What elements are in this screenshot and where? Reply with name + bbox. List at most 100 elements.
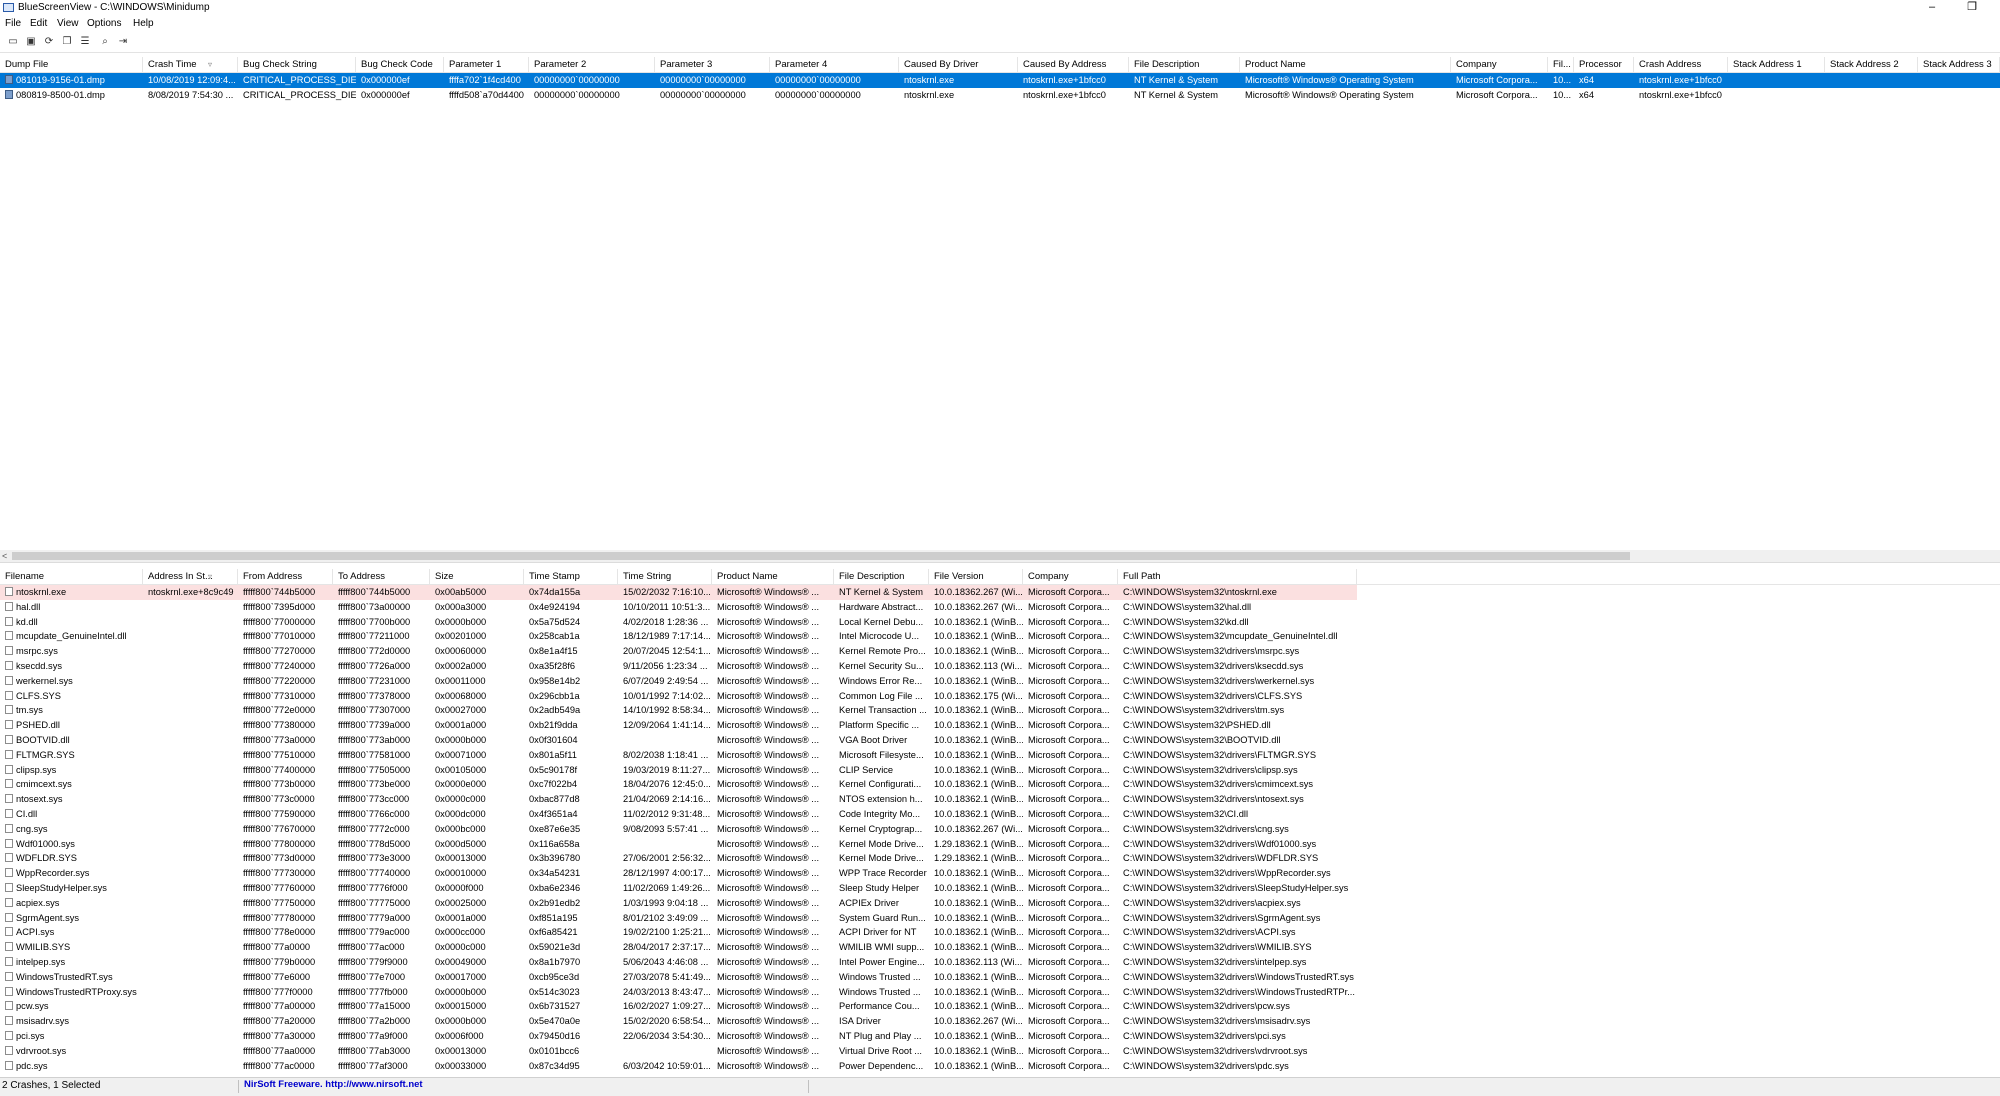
driver-row[interactable]: SgrmAgent.sys fffff800`77780000 fffff800`7… (0, 911, 2000, 926)
driver-row[interactable]: ACPI.sys fffff800`778e0000 fffff800`779ac0… (0, 925, 2000, 940)
crash-header-crash-address[interactable]: Crash Address (1634, 57, 1728, 72)
driver-row[interactable]: ntoskrnl.exe ntoskrnl.exe+8c9c49 fffff800`… (0, 585, 2000, 600)
crash-header-product-name[interactable]: Product Name (1240, 57, 1451, 72)
crash-header-caused-by-driver[interactable]: Caused By Driver (899, 57, 1018, 72)
crash-header-caused-by-address[interactable]: Caused By Address (1018, 57, 1129, 72)
crash-header-company[interactable]: Company (1451, 57, 1548, 72)
crash-header-stack-address-1[interactable]: Stack Address 1 (1728, 57, 1825, 72)
menu-edit[interactable]: Edit (30, 18, 47, 29)
driver-row[interactable]: vdrvroot.sys fffff800`77aa0000 fffff800`77… (0, 1044, 2000, 1059)
horizontal-scrollbar[interactable]: < (0, 550, 2000, 562)
driver-header-time-stamp[interactable]: Time Stamp (524, 569, 618, 584)
save-icon[interactable]: ▭ (7, 36, 19, 48)
driver-header-size[interactable]: Size (430, 569, 524, 584)
driver-row[interactable]: acpiex.sys fffff800`77750000 fffff800`7777… (0, 896, 2000, 911)
driver-name-cell: Wdf01000.sys (0, 837, 143, 852)
crash-header-bug-check-string[interactable]: Bug Check String (238, 57, 356, 72)
driver-header-address-in-st[interactable]: Address In St... (143, 569, 238, 584)
crash-header-parameter-3[interactable]: Parameter 3 (655, 57, 770, 72)
driver-cell: ISA Driver (839, 1016, 881, 1027)
driver-row[interactable]: CI.dll fffff800`77590000 fffff800`7766c000… (0, 807, 2000, 822)
crash-header-crash-time[interactable]: Crash Time (143, 57, 238, 72)
driver-row[interactable]: kd.dll fffff800`77000000 fffff800`7700b000… (0, 615, 2000, 630)
crash-cell: ffffa702`1f4cd400 (449, 75, 521, 85)
crash-header-parameter-4[interactable]: Parameter 4 (770, 57, 899, 72)
scroll-thumb[interactable] (12, 552, 1630, 560)
driver-cell: fffff800`744b5000 (333, 585, 430, 600)
scroll-left-icon[interactable]: < (2, 550, 7, 562)
driver-header-file-version[interactable]: File Version (929, 569, 1023, 584)
driver-row[interactable]: ntosext.sys fffff800`773c0000 fffff800`773… (0, 792, 2000, 807)
menu-options[interactable]: Options (87, 18, 121, 29)
driver-row[interactable]: WindowsTrustedRTProxy.sys fffff800`777f00… (0, 985, 2000, 1000)
driver-row[interactable]: cmimcext.sys fffff800`773b0000 fffff800`77… (0, 777, 2000, 792)
driver-cell: 10.0.18362.1 (WinB... (934, 705, 1023, 716)
crash-header-processor[interactable]: Processor (1574, 57, 1634, 72)
exit-icon[interactable]: ⇥ (117, 36, 129, 48)
driver-row[interactable]: werkernel.sys fffff800`77220000 fffff800`7… (0, 674, 2000, 689)
driver-cell: 18/04/2076 12:45:0... (623, 779, 711, 790)
driver-header-full-path[interactable]: Full Path (1118, 569, 1357, 584)
driver-row[interactable]: mcupdate_GenuineIntel.dll fffff800`770100… (0, 629, 2000, 644)
driver-cell: 10.0.18362.1 (WinB... (934, 764, 1023, 775)
driver-row[interactable]: PSHED.dll fffff800`77380000 fffff800`7739a… (0, 718, 2000, 733)
driver-row[interactable]: clipsp.sys fffff800`77400000 fffff800`7750… (0, 763, 2000, 778)
menu-view[interactable]: View (57, 18, 79, 29)
driver-row[interactable]: WindowsTrustedRT.sys fffff800`77e6000 ffff… (0, 970, 2000, 985)
driver-row[interactable]: pdc.sys fffff800`77ac0000 fffff800`77af300… (0, 1059, 2000, 1074)
driver-row[interactable]: msrpc.sys fffff800`77270000 fffff800`772d0… (0, 644, 2000, 659)
driver-header-from-address[interactable]: From Address (238, 569, 333, 584)
driver-row[interactable]: SleepStudyHelper.sys fffff800`77760000 fff… (0, 881, 2000, 896)
copy-icon[interactable]: ❐ (61, 36, 73, 48)
crash-header-bug-check-code[interactable]: Bug Check Code (356, 57, 444, 72)
driver-cell: fffff800`7700b000 (338, 616, 411, 627)
save-all-icon[interactable]: ▣ (25, 36, 37, 48)
restore-button[interactable]: ❐ (1952, 0, 1992, 16)
driver-row[interactable]: FLTMGR.SYS fffff800`77510000 fffff800`7758… (0, 748, 2000, 763)
menu-help[interactable]: Help (133, 18, 154, 29)
driver-row[interactable]: ksecdd.sys fffff800`77240000 fffff800`7726… (0, 659, 2000, 674)
module-file-icon (5, 868, 13, 878)
crash-header-stack-address-3[interactable]: Stack Address 3 (1918, 57, 2000, 72)
driver-row[interactable]: intelpep.sys fffff800`779b0000 fffff800`77… (0, 955, 2000, 970)
crash-row[interactable]: 081019-9156-01.dmp 10/08/2019 12:09:4... C… (0, 73, 2000, 88)
driver-row[interactable]: pcw.sys fffff800`77a00000 fffff800`77a1500… (0, 999, 2000, 1014)
driver-row[interactable]: WDFLDR.SYS fffff800`773d0000 fffff800`773e… (0, 851, 2000, 866)
driver-cell: 4/02/2018 1:28:36 ... (623, 616, 709, 627)
driver-header-filename[interactable]: Filename (0, 569, 143, 584)
properties-icon[interactable]: ☰ (79, 36, 91, 48)
driver-row[interactable]: CLFS.SYS fffff800`77310000 fffff800`773780… (0, 689, 2000, 704)
minimize-button[interactable]: – (1912, 0, 1952, 16)
menu-file[interactable]: File (5, 18, 21, 29)
driver-cell: Microsoft® Windows® ... (717, 601, 820, 612)
driver-row[interactable]: WMILIB.SYS fffff800`77a0000 fffff800`77ac0… (0, 940, 2000, 955)
driver-header-to-address[interactable]: To Address (333, 569, 430, 584)
driver-name-cell: mcupdate_GenuineIntel.dll (0, 629, 143, 644)
crash-row[interactable]: 080819-8500-01.dmp 8/08/2019 7:54:30 ... C… (0, 88, 2000, 103)
driver-row[interactable]: pci.sys fffff800`77a30000 fffff800`77a9f00… (0, 1029, 2000, 1044)
crash-header-file-description[interactable]: File Description (1129, 57, 1240, 72)
refresh-icon[interactable]: ⟳ (43, 36, 55, 48)
driver-row[interactable]: BOOTVID.dll fffff800`773a0000 fffff800`773… (0, 733, 2000, 748)
nirsoft-link[interactable]: NirSoft Freeware. http://www.nirsoft.net (244, 1079, 423, 1090)
driver-row[interactable]: WppRecorder.sys fffff800`77730000 fffff800… (0, 866, 2000, 881)
driver-cell: Microsoft Corpora... (1028, 794, 1110, 805)
driver-cell: fffff800`77e7000 (338, 971, 406, 982)
driver-header-time-string[interactable]: Time String (618, 569, 712, 584)
driver-row[interactable]: Wdf01000.sys fffff800`77800000 fffff800`77… (0, 837, 2000, 852)
driver-cell: fffff800`77307000 (338, 705, 411, 716)
driver-row[interactable]: tm.sys fffff800`772e0000 fffff800`77307000… (0, 703, 2000, 718)
driver-name: ntoskrnl.exe (16, 587, 67, 597)
crash-header-fil[interactable]: Fil... (1548, 57, 1574, 72)
crash-header-stack-address-2[interactable]: Stack Address 2 (1825, 57, 1918, 72)
crash-header-parameter-2[interactable]: Parameter 2 (529, 57, 655, 72)
crash-header-dump-file[interactable]: Dump File (0, 57, 143, 72)
crash-header-parameter-1[interactable]: Parameter 1 (444, 57, 529, 72)
driver-row[interactable]: hal.dll fffff800`7395d000 fffff800`73a0000… (0, 600, 2000, 615)
driver-row[interactable]: cng.sys fffff800`77670000 fffff800`7772c00… (0, 822, 2000, 837)
driver-header-product-name[interactable]: Product Name (712, 569, 834, 584)
driver-row[interactable]: msisadrv.sys fffff800`77a20000 fffff800`77… (0, 1014, 2000, 1029)
driver-header-file-description[interactable]: File Description (834, 569, 929, 584)
driver-header-company[interactable]: Company (1023, 569, 1118, 584)
find-icon[interactable]: ⌕ (99, 36, 111, 48)
